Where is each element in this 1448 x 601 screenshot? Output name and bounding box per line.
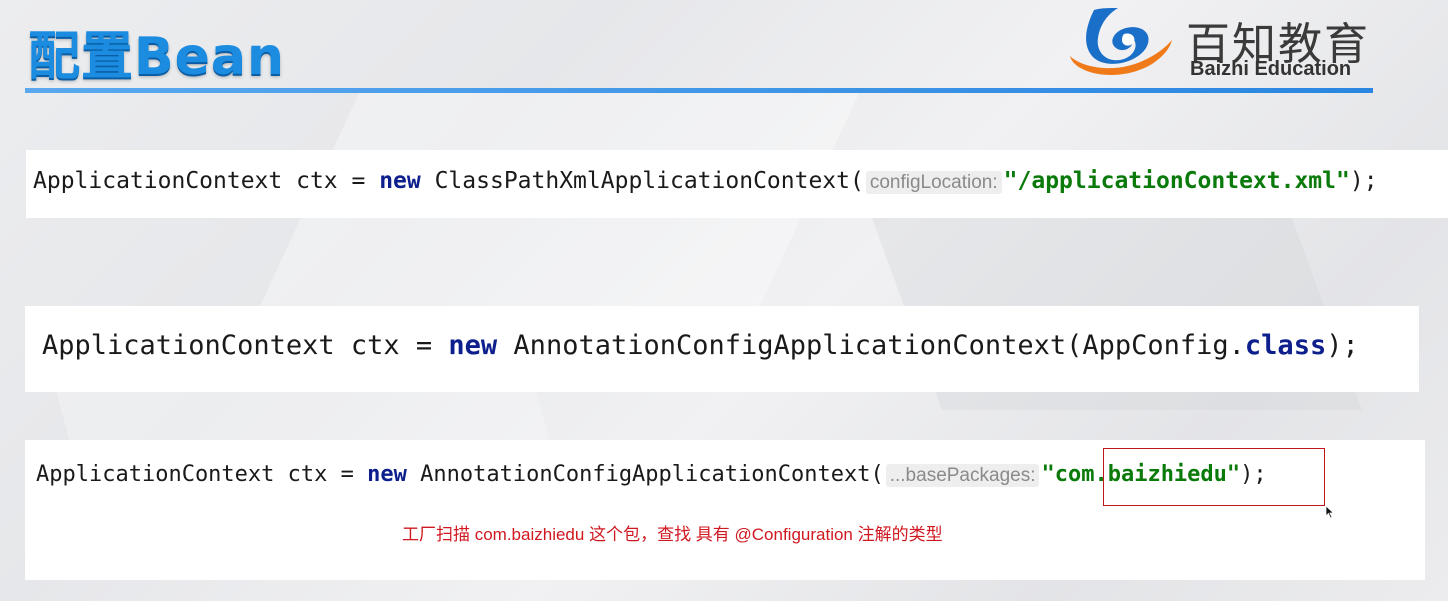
baizhi-logo-icon: [1070, 8, 1172, 76]
code-close: );: [1349, 168, 1378, 194]
keyword-class: class: [1244, 330, 1327, 361]
keyword-new: new: [379, 168, 421, 194]
keyword-new: new: [448, 330, 498, 361]
code-declaration: ApplicationContext ctx =: [33, 168, 380, 194]
code-line-annotation-class: ApplicationContext ctx = new AnnotationC…: [42, 330, 1359, 361]
parameter-hint: ...basePackages:: [885, 464, 1040, 487]
code-close: );: [1326, 330, 1359, 361]
code-declaration: ApplicationContext ctx =: [42, 330, 449, 361]
code-constructor: AnnotationConfigApplicationContext(AppCo…: [497, 330, 1245, 361]
title-underline: [25, 88, 1373, 93]
annotation-note: 工厂扫描 com.baizhiedu 这个包，查找 具有 @Configurat…: [402, 525, 943, 544]
code-constructor: ClassPathXmlApplicationContext(: [420, 168, 864, 194]
parameter-hint: configLocation:: [865, 171, 1002, 194]
highlight-box: [1103, 448, 1325, 506]
code-declaration: ApplicationContext ctx =: [36, 462, 368, 487]
code-constructor: AnnotationConfigApplicationContext(: [406, 462, 884, 487]
slide-title: 配置Bean: [28, 27, 286, 87]
mouse-cursor-icon: [1325, 505, 1335, 519]
code-line-xml-context: ApplicationContext ctx = new ClassPathXm…: [33, 168, 1378, 194]
code-line-annotation-package: ApplicationContext ctx = new AnnotationC…: [36, 462, 1267, 487]
keyword-new: new: [367, 462, 407, 487]
brand-name-english: Baizhi Education: [1190, 58, 1352, 80]
string-argument: "/applicationContext.xml": [1003, 168, 1350, 194]
